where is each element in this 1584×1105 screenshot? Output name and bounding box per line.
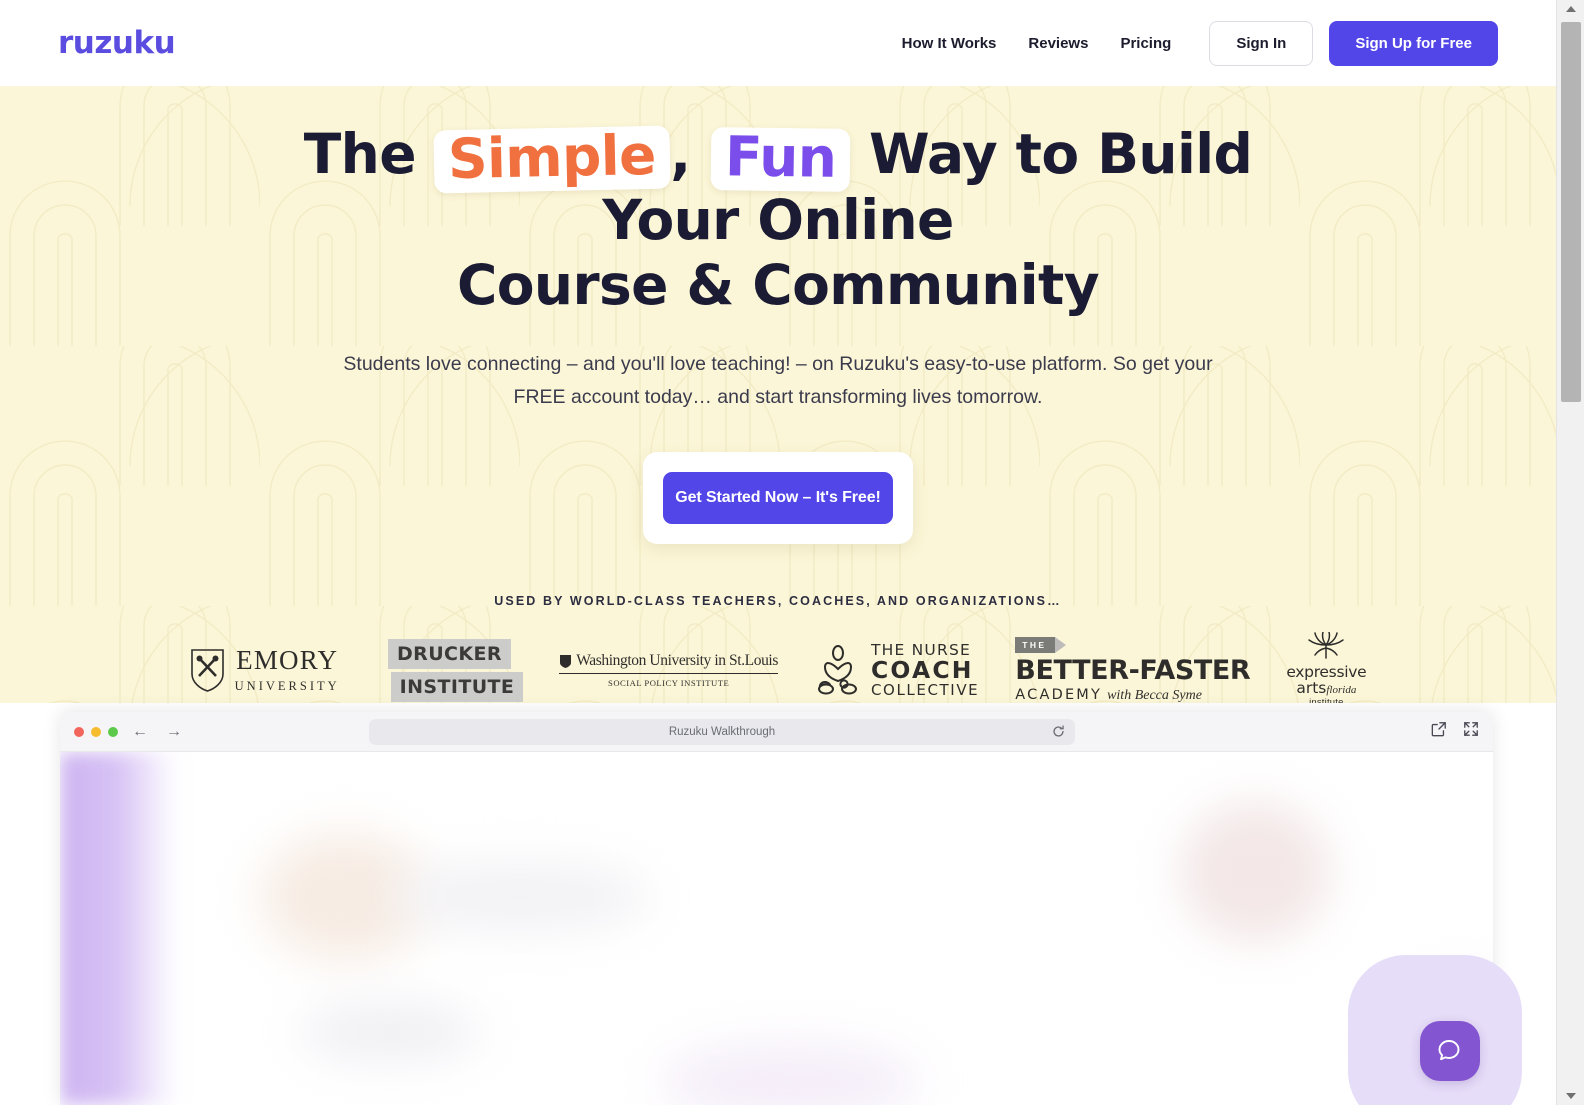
cta-card: Get Started Now – It's Free! xyxy=(643,452,913,545)
customer-logo-strip: EMORY UNIVERSITY DRUCKER INSTITUTE Washi… xyxy=(0,631,1556,703)
bf-the-label: THE xyxy=(1015,636,1056,653)
page-root: ruzuku How It Works Reviews Pricing Sign… xyxy=(0,0,1584,1105)
close-dot-icon[interactable] xyxy=(74,726,84,737)
emory-sub: UNIVERSITY xyxy=(234,678,340,693)
nav-link-pricing[interactable]: Pricing xyxy=(1104,25,1187,62)
expressive-arts-florida-logo: expressive artsflorida institute xyxy=(1286,631,1367,703)
washu-shield-icon xyxy=(560,654,572,668)
video-player-frame: ← → Ruzuku Walkthrough xyxy=(60,712,1493,1105)
drucker-line-1: DRUCKER xyxy=(388,638,511,669)
social-proof-label: USED BY WORLD-CLASS TEACHERS, COACHES, A… xyxy=(494,594,1062,609)
chat-bubble-icon[interactable] xyxy=(1420,1021,1480,1081)
video-blurred-sidebar xyxy=(60,752,186,1105)
scroll-up-icon xyxy=(1566,6,1576,12)
bf-author-label: with Becca Syme xyxy=(1107,687,1202,703)
chat-bubble-glyph xyxy=(1438,1040,1460,1061)
nurse-coach-collective-logo: THE NURSE COACH COLLECTIVE xyxy=(814,642,980,699)
headline-part-2: Way to Build Your Online xyxy=(602,122,1253,252)
bf-academy-label: ACADEMY xyxy=(1015,686,1103,703)
nav-link-how-it-works[interactable]: How It Works xyxy=(886,25,1013,62)
refresh-icon[interactable] xyxy=(1052,725,1065,738)
maximize-dot-icon[interactable] xyxy=(108,726,118,737)
hero-section: The Simple, Fun Way to Build Your Online… xyxy=(0,86,1556,703)
scroll-down-icon xyxy=(1566,1093,1576,1099)
page-title: The Simple, Fun Way to Build Your Online… xyxy=(253,122,1303,318)
minimize-dot-icon[interactable] xyxy=(91,726,101,737)
hero-subheading: Students love connecting – and you'll lo… xyxy=(338,348,1218,414)
expr-line-2b: florida xyxy=(1326,684,1357,697)
drucker-institute-logo: DRUCKER INSTITUTE xyxy=(376,638,524,702)
sign-in-button[interactable]: Sign In xyxy=(1209,20,1314,66)
scrollbar-thumb[interactable] xyxy=(1561,22,1581,402)
sign-up-button[interactable]: Sign Up for Free xyxy=(1329,20,1498,66)
bf-title: BETTER-FASTER xyxy=(1015,654,1251,686)
external-link-icon[interactable] xyxy=(1431,721,1447,742)
subheading-line-1: Students love connecting – and you'll lo… xyxy=(343,352,1170,375)
emory-name: EMORY xyxy=(236,644,339,675)
headline-line-2: Course & Community xyxy=(456,252,1100,317)
main-navigation: How It Works Reviews Pricing Sign In Sig… xyxy=(886,20,1498,66)
video-blur-blob-3 xyxy=(300,1002,480,1062)
hero-content: The Simple, Fun Way to Build Your Online… xyxy=(0,86,1556,703)
washu-sub: SOCIAL POLICY INSTITUTE xyxy=(608,678,730,689)
emory-shield-icon xyxy=(190,649,224,693)
headline-chip-simple: Simple xyxy=(433,123,671,194)
washu-name: Washington University in St.Louis xyxy=(576,652,778,670)
expressive-arts-flower-icon xyxy=(1308,631,1345,660)
video-blur-blob-4 xyxy=(1180,802,1330,942)
page-scrollbar[interactable] xyxy=(1556,0,1584,1105)
bf-pencil-banner: THE xyxy=(1015,636,1250,653)
scroll-up-arrow[interactable] xyxy=(1557,0,1584,18)
expr-line-3: institute xyxy=(1309,696,1344,703)
address-bar-title: Ruzuku Walkthrough xyxy=(668,725,776,738)
expr-line-2: arts xyxy=(1296,679,1327,698)
better-faster-academy-logo: THE BETTER-FASTER ACADEMY with Becca Sym… xyxy=(1015,636,1251,703)
traffic-lights xyxy=(74,726,118,737)
headline-comma: , xyxy=(670,122,691,186)
fullscreen-icon[interactable] xyxy=(1463,721,1479,742)
video-blur-blob-5 xyxy=(660,1042,920,1105)
nav-link-reviews[interactable]: Reviews xyxy=(1012,25,1104,62)
arrow-right-icon[interactable]: → xyxy=(162,723,186,740)
browser-viewport: ruzuku How It Works Reviews Pricing Sign… xyxy=(0,0,1556,1105)
nurse-line-2: COACH xyxy=(870,655,974,684)
nurse-line-3: COLLECTIVE xyxy=(870,680,980,699)
player-browser-chrome: ← → Ruzuku Walkthrough xyxy=(60,712,1493,752)
video-content-area[interactable] xyxy=(60,752,1493,1105)
scroll-down-arrow[interactable] xyxy=(1557,1087,1584,1105)
headline-chip-fun: Fun xyxy=(710,124,851,192)
pencil-tip-icon xyxy=(1055,636,1067,653)
emory-university-logo: EMORY UNIVERSITY xyxy=(190,644,340,694)
video-blur-blob-2 xyxy=(390,862,650,932)
nurse-lotus-figure-icon xyxy=(817,645,857,695)
washington-university-logo: Washington University in St.Louis SOCIAL… xyxy=(559,652,778,688)
get-started-button[interactable]: Get Started Now – It's Free! xyxy=(663,472,893,525)
address-bar[interactable]: Ruzuku Walkthrough xyxy=(369,718,1075,745)
site-header: ruzuku How It Works Reviews Pricing Sign… xyxy=(0,0,1556,86)
ruzuku-logo[interactable]: ruzuku xyxy=(58,27,176,59)
drucker-line-2: INSTITUTE xyxy=(390,671,524,702)
player-chrome-actions xyxy=(1431,721,1479,742)
arrow-left-icon[interactable]: ← xyxy=(128,723,152,740)
headline-part-1: The xyxy=(303,122,417,186)
